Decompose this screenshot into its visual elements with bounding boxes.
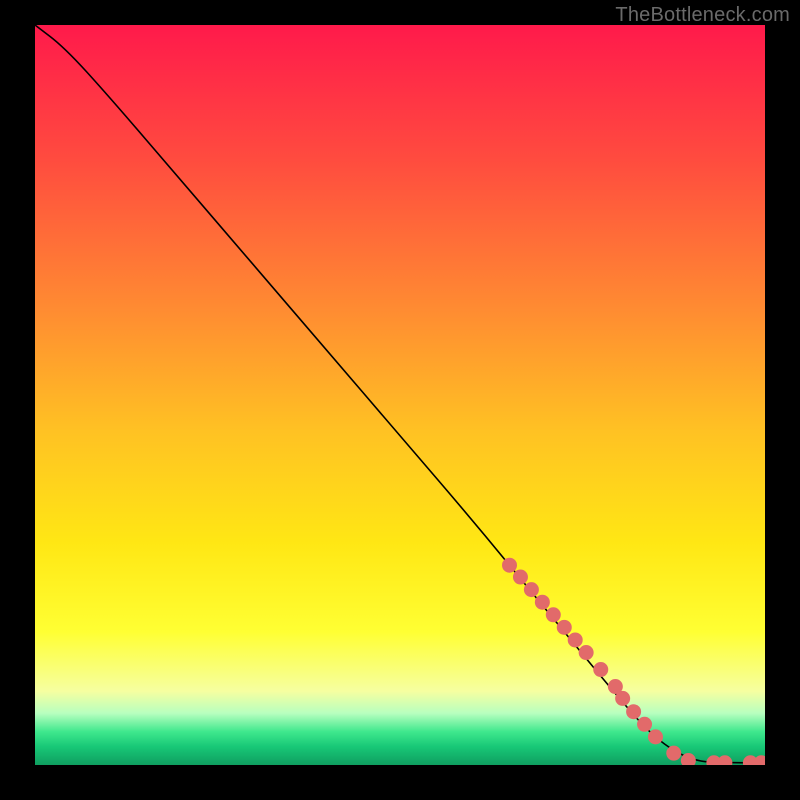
chart-marker xyxy=(502,558,517,573)
chart-marker xyxy=(593,662,608,677)
chart-marker xyxy=(648,729,663,744)
chart-marker xyxy=(535,595,550,610)
chart-marker xyxy=(626,704,641,719)
attribution-text: TheBottleneck.com xyxy=(615,4,790,27)
chart-marker xyxy=(513,570,528,585)
bottleneck-chart xyxy=(35,25,765,765)
chart-marker xyxy=(524,582,539,597)
chart-marker xyxy=(568,632,583,647)
chart-marker xyxy=(615,691,630,706)
chart-marker xyxy=(579,645,594,660)
chart-marker xyxy=(637,717,652,732)
chart-marker xyxy=(546,607,561,622)
chart-marker xyxy=(557,620,572,635)
chart-marker xyxy=(666,746,681,761)
chart-background xyxy=(35,25,765,765)
